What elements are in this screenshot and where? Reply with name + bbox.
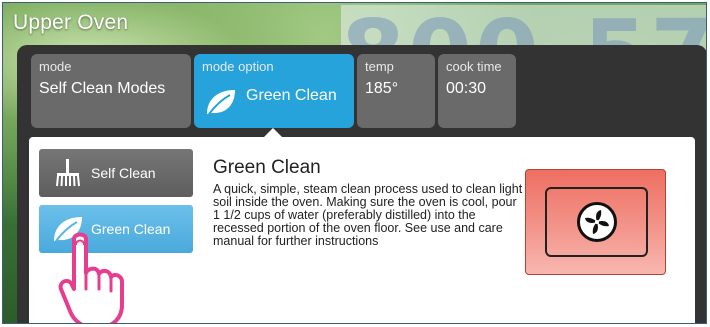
detail-title: Green Clean (213, 157, 321, 178)
selected-tab-pointer (264, 128, 282, 137)
tab-mode-value: Self Clean Modes (39, 80, 166, 97)
leaf-icon (204, 87, 238, 117)
broom-icon (51, 158, 85, 188)
tab-cook-time-value: 00:30 (446, 80, 487, 97)
tab-mode[interactable]: mode Self Clean Modes (31, 54, 191, 128)
tab-cook-time[interactable]: cook time 00:30 (438, 54, 516, 128)
oven-fan-icon (525, 169, 666, 275)
pointer-hand-icon (58, 232, 124, 323)
detail-description: A quick, simple, steam clean process use… (213, 182, 523, 248)
tab-cook-time-label: cook time (446, 59, 502, 74)
self-clean-button[interactable]: Self Clean (39, 149, 193, 197)
tab-temp-value: 185° (365, 80, 399, 97)
tab-mode-label: mode (39, 59, 72, 74)
oven-screen: Upper Oven 800-57 mode Self Clean Modes … (2, 2, 707, 324)
oven-door-outline (545, 187, 648, 257)
tab-temp-label: temp (365, 59, 394, 74)
tab-mode-option-label: mode option (202, 59, 274, 74)
self-clean-label: Self Clean (91, 165, 156, 181)
tab-mode-option-value: Green Clean (246, 87, 337, 104)
tab-mode-option[interactable]: mode option Green Clean (194, 54, 354, 128)
fan-icon (577, 202, 617, 242)
oven-title: Upper Oven (13, 11, 129, 34)
tab-temp[interactable]: temp 185° (357, 54, 435, 128)
